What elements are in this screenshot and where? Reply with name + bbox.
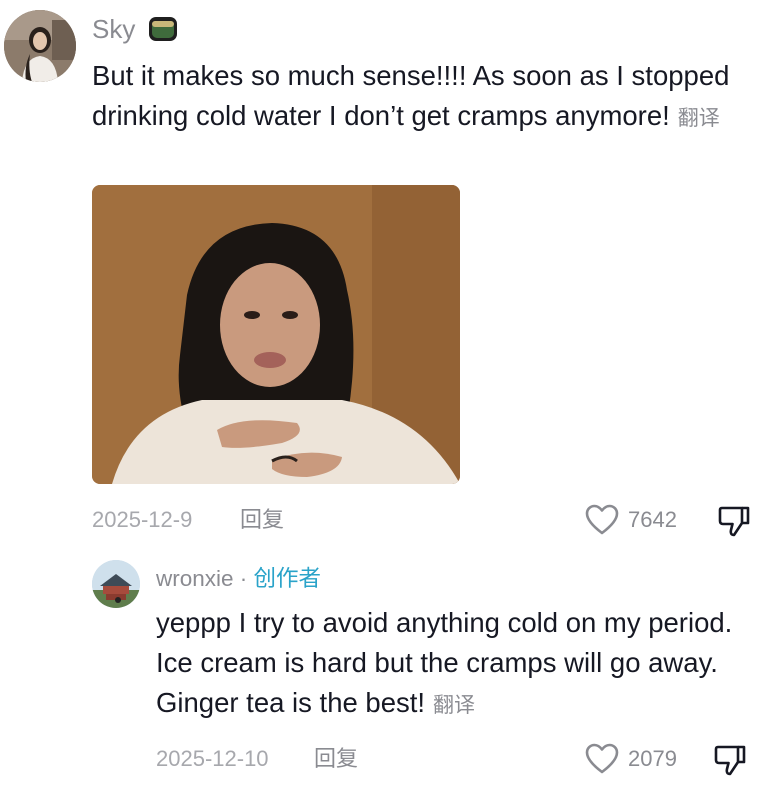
reply-username[interactable]: wronxie	[156, 566, 234, 591]
translate-link[interactable]: 翻译	[678, 107, 720, 130]
separator-dot: ·	[233, 566, 254, 591]
avatar-image	[4, 10, 76, 82]
reply-button[interactable]: 回复	[240, 505, 284, 535]
heart-icon[interactable]	[584, 503, 620, 537]
reply-button[interactable]: 回复	[314, 744, 358, 774]
heart-icon[interactable]	[584, 742, 620, 776]
reply-text: yeppp I try to avoid anything cold on my…	[156, 603, 756, 726]
comment-text: But it makes so much sense!!!! As soon a…	[92, 56, 762, 139]
emoji-badge-icon	[147, 13, 179, 45]
creator-badge: 创作者	[253, 566, 322, 591]
like-count: 2079	[628, 746, 677, 771]
reply-username-line: wronxie · 创作者	[156, 564, 321, 594]
comment-username[interactable]: Sky	[92, 14, 135, 44]
translate-link[interactable]: 翻译	[433, 694, 475, 717]
avatar-image	[92, 560, 140, 608]
comment-date: 2025-12-9	[92, 507, 193, 532]
like-count: 7642	[628, 507, 677, 532]
reply-date: 2025-12-10	[156, 746, 269, 771]
thumbs-down-icon[interactable]	[712, 742, 748, 778]
comment-body: But it makes so much sense!!!! As soon a…	[92, 60, 730, 131]
user-avatar[interactable]	[4, 10, 76, 82]
thumbs-down-icon[interactable]	[716, 503, 752, 539]
reply-avatar[interactable]	[92, 560, 140, 608]
comment-gif-image[interactable]	[92, 185, 460, 484]
